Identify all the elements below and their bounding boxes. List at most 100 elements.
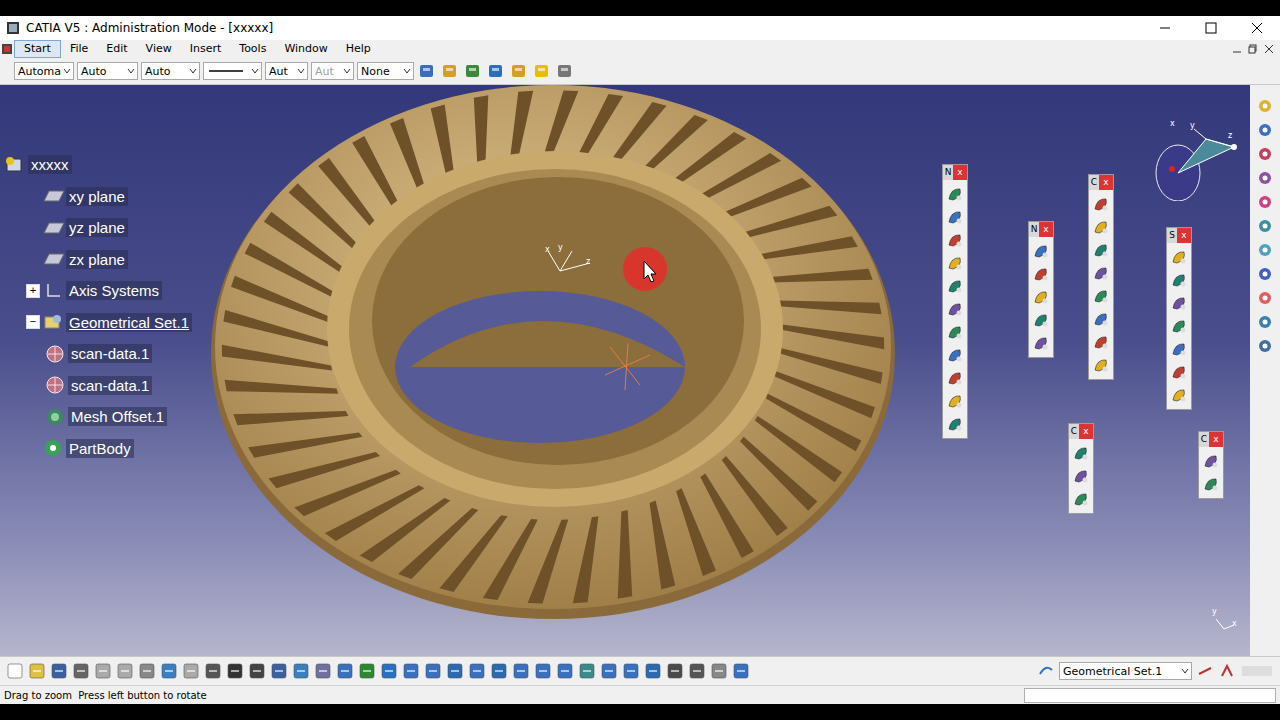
minimize-icon[interactable] [1142,16,1188,40]
property-dropdown[interactable]: Automa [14,62,74,80]
menu-item[interactable]: Edit [97,41,136,57]
floating-toolbar[interactable]: Nx [1028,221,1054,358]
tool-icon[interactable] [1032,311,1050,329]
tree-item[interactable]: Mesh Offset.1 [4,401,192,433]
tool-icon[interactable] [1092,195,1110,213]
standard-tool-icon[interactable] [292,662,310,680]
standard-tool-icon[interactable] [622,662,640,680]
tree-item[interactable]: +Axis Systems [4,275,192,307]
toolbar-header[interactable]: Nx [943,165,967,180]
tool-icon[interactable] [1092,218,1110,236]
tool-icon[interactable] [1170,271,1188,289]
tool-icon[interactable] [1032,334,1050,352]
workbench-tool-icon[interactable] [1255,313,1275,331]
toolbar-tool-icon[interactable] [532,62,552,80]
property-dropdown[interactable]: Aut [265,62,308,80]
tool-icon[interactable] [1170,317,1188,335]
toolbar-tool-icon[interactable] [417,62,437,80]
standard-tool-icon[interactable] [644,662,662,680]
maximize-icon[interactable] [1188,16,1234,40]
tool-icon[interactable] [1170,363,1188,381]
workbench-tool-icon[interactable] [1255,169,1275,187]
workbench-tool-icon[interactable] [1255,289,1275,307]
toolbar-tool-icon[interactable] [440,62,460,80]
toolbar-close-button[interactable]: x [1039,222,1053,237]
tool-icon[interactable] [1170,340,1188,358]
gear-model-icon[interactable] [0,85,1250,655]
tool-icon[interactable] [1032,288,1050,306]
tree-item[interactable]: zx plane [4,244,192,276]
tool-icon[interactable] [1202,452,1220,470]
tree-item[interactable]: −Geometrical Set.1 [4,307,192,339]
tool-icon[interactable] [1092,356,1110,374]
standard-tool-icon[interactable] [336,662,354,680]
workbench-tool-icon[interactable] [1255,241,1275,259]
tool-icon[interactable] [1170,386,1188,404]
menu-item[interactable]: Help [337,41,380,57]
toolbar-close-button[interactable]: x [1099,175,1113,190]
property-dropdown[interactable] [203,62,262,80]
command-input[interactable] [1024,688,1276,703]
standard-tool-icon[interactable] [600,662,618,680]
doc-minimize-icon[interactable] [1232,44,1242,54]
standard-tool-icon[interactable] [50,662,68,680]
tool-icon[interactable] [1072,444,1090,462]
standard-tool-icon[interactable] [402,662,420,680]
tool-icon[interactable] [946,254,964,272]
standard-tool-icon[interactable] [226,662,244,680]
standard-tool-icon[interactable] [446,662,464,680]
menu-item[interactable]: Insert [181,41,231,57]
tool-icon[interactable] [946,323,964,341]
tree-item[interactable]: yz plane [4,212,192,244]
tool-icon[interactable] [946,300,964,318]
menu-item[interactable]: Start [14,40,61,58]
property-dropdown[interactable]: Auto [77,62,138,80]
toolbar-tool-icon[interactable] [463,62,483,80]
floating-toolbar[interactable]: Cx [1088,174,1114,380]
floating-toolbar[interactable]: Sx [1166,227,1192,410]
standard-tool-icon[interactable] [138,662,156,680]
tool-icon[interactable] [1092,241,1110,259]
tool-icon[interactable] [946,392,964,410]
tree-item[interactable]: xxxxx [4,149,192,181]
menu-item[interactable]: Window [275,41,336,57]
menu-item[interactable]: View [137,41,181,57]
compass-icon[interactable] [1148,117,1244,201]
workbench-tool-icon[interactable] [1255,145,1275,163]
standard-tool-icon[interactable] [490,662,508,680]
standard-tool-icon[interactable] [72,662,90,680]
tool-icon[interactable] [1032,265,1050,283]
standard-tool-icon[interactable] [248,662,266,680]
toolbar-header[interactable]: Cx [1089,175,1113,190]
toolbar-close-button[interactable]: x [1079,424,1093,439]
tool-icon[interactable] [1196,662,1214,680]
standard-tool-icon[interactable] [512,662,530,680]
toolbar-header[interactable]: Cx [1069,424,1093,439]
standard-tool-icon[interactable] [710,662,728,680]
standard-tool-icon[interactable] [732,662,750,680]
standard-tool-icon[interactable] [424,662,442,680]
property-dropdown[interactable]: Auto [141,62,200,80]
standard-tool-icon[interactable] [94,662,112,680]
menu-item[interactable]: File [61,41,97,57]
tool-icon[interactable] [1092,264,1110,282]
menu-item[interactable]: Tools [230,41,275,57]
tool-icon[interactable] [1202,475,1220,493]
standard-tool-icon[interactable] [688,662,706,680]
standard-tool-icon[interactable] [358,662,376,680]
workbench-tool-icon[interactable] [1255,337,1275,355]
3d-viewport[interactable]: xyzxxxxxxy planeyz planezx plane+Axis Sy… [0,85,1250,656]
tool-icon[interactable] [946,185,964,203]
toolbar-tool-icon[interactable] [555,62,575,80]
tool-icon[interactable] [1032,242,1050,260]
workbench-tool-icon[interactable] [1255,265,1275,283]
toolbar-close-button[interactable]: x [1177,228,1191,243]
workbench-tool-icon[interactable] [1255,121,1275,139]
tree-item[interactable]: scan-data.1 [4,370,192,402]
doc-restore-icon[interactable] [1248,44,1258,54]
tool-icon[interactable] [1218,662,1236,680]
tree-expander[interactable]: − [26,315,40,329]
workbench-tool-icon[interactable] [1255,217,1275,235]
standard-tool-icon[interactable] [578,662,596,680]
toolbar-header[interactable]: Nx [1029,222,1053,237]
